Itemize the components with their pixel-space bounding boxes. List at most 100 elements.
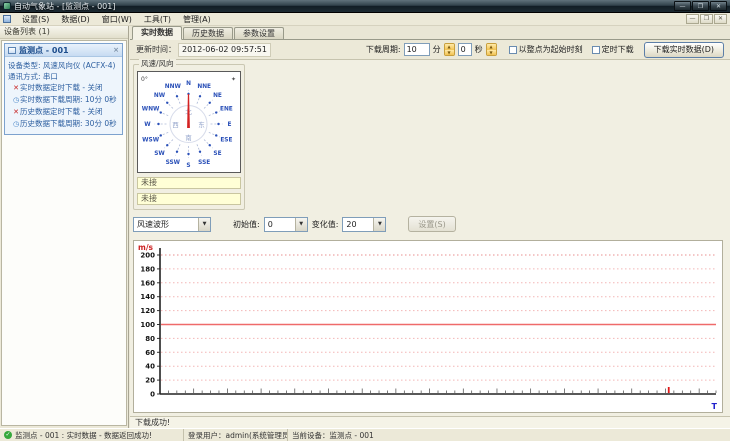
update-time-label: 更新时间： [136,45,176,54]
device-info-line: ✕实时数据定时下载 - 关闭 [13,83,103,92]
device-info-line: ◷历史数据下载周期: 30分 0秒 [12,119,117,128]
disabled-x-icon: ✕ [13,84,19,92]
mdi-child-icon [3,15,11,23]
svg-text:ENE: ENE [220,106,233,112]
change-value-label: 变化值: [311,219,339,229]
device-panel-header[interactable]: 监测点 - 001 × [5,44,122,57]
menu-bar: 设置(S) 数据(D) 窗口(W) 工具(T) 管理(A) — ❐ ✕ [0,13,730,26]
menu-settings[interactable]: 设置(S) [16,14,55,25]
pin-icon[interactable]: × [113,46,119,54]
svg-text:WSW: WSW [142,138,160,144]
status-message: 监测点 - 001 : 实时数据 - 数据返回成功! [15,430,153,440]
tab-parameter-settings[interactable]: 参数设置 [234,27,284,39]
period-label: 下载周期: [365,45,401,54]
clock-icon: ◷ [12,96,20,104]
svg-text:40: 40 [145,363,155,371]
chevron-down-icon[interactable]: ▼ [198,217,210,231]
period-seconds-input[interactable]: 0 [457,43,472,56]
toolbar: 更新时间： 2012-06-02 09:57:51 下载周期: 10 分 ▲ ▼… [130,40,730,60]
svg-text:NNE: NNE [197,84,211,90]
apply-settings-button[interactable]: 设置(S) [408,216,456,232]
mdi-restore-button[interactable]: ❐ [700,14,713,24]
stepper-down-icon[interactable]: ▼ [444,49,454,55]
main-area: 设备列表 (1) 监测点 - 001 × 设备类型: 风速风向仪 (ACFX-4… [0,26,730,428]
seconds-unit-label: 秒 [474,45,483,54]
change-value-select[interactable]: 20 ▼ [342,216,387,232]
svg-text:SSW: SSW [166,160,181,166]
chart-plot-area: 0 20 40 60 80 100 120 140 160 180 200m/s T [138,243,718,411]
svg-text:180: 180 [140,265,155,273]
stepper-down-icon[interactable]: ▼ [486,49,496,55]
svg-text:SSE: SSE [198,160,210,166]
download-realtime-button[interactable]: 下载实时数据(D) [643,41,724,58]
chevron-down-icon[interactable]: ▼ [373,217,386,231]
chevron-down-icon[interactable]: ▼ [294,217,307,231]
tab-history-data[interactable]: 历史数据 [183,27,233,39]
seconds-stepper[interactable]: ▲ ▼ [485,43,497,56]
svg-text:T: T [712,402,718,411]
svg-text:SW: SW [154,151,165,157]
waveform-controls: 风速波形 ▼ 初始值: 0 ▼ 变化值: 20 ▼ 设置(S) [133,216,456,232]
menu-tools[interactable]: 工具(T) [138,14,177,25]
compass-rose-icon: NNNENEENEEESESESSESSSWSWWSWWWNWNWNNW北南西东… [141,76,236,169]
menu-window[interactable]: 窗口(W) [96,14,138,25]
wind-groupbox: 风速/风向 N NNE NE ENE E ESE SE SSE S SSW SW WSW W WNW NW N… [133,59,245,210]
svg-text:✦: ✦ [231,76,236,83]
svg-text:m/s: m/s [138,243,154,252]
wind-compass: NNNENEENEEESESESSESSSWSWWSWWWNWNWNNW北南西东… [137,71,241,173]
waveform-select[interactable]: 风速波形 ▼ [133,216,211,232]
device-panel: 监测点 - 001 × 设备类型: 风速风向仪 (ACFX-4) 通讯方式: 串口… [4,43,123,135]
tab-realtime-data[interactable]: 实时数据 [132,26,182,40]
device-panel-title: 监测点 - 001 [19,45,69,55]
disabled-x-icon: ✕ [13,108,19,116]
svg-text:东: 东 [198,120,205,129]
svg-text:SE: SE [213,151,221,157]
svg-text:120: 120 [140,307,155,315]
svg-text:WNW: WNW [142,106,160,112]
close-button[interactable]: ✕ [710,1,727,11]
svg-text:140: 140 [140,293,155,301]
svg-text:20: 20 [145,377,155,385]
svg-text:南: 南 [185,133,192,142]
minimize-button[interactable]: — [674,1,691,11]
svg-text:NW: NW [154,93,166,99]
current-device-text: 当前设备：监测点 - 001 [292,430,374,440]
initial-value-label: 初始值: [233,219,260,229]
hour-align-label: 以整点为起始时刻 [518,45,583,54]
device-info-line: 通讯方式: 串口 [8,72,58,81]
mdi-minimize-button[interactable]: — [686,14,699,24]
menu-admin[interactable]: 管理(A) [177,14,217,25]
hour-align-checkbox[interactable] [508,45,517,54]
wind-groupbox-label: 风速/风向 [139,59,176,69]
svg-text:80: 80 [145,335,155,343]
device-list-header: 设备列表 (1) [0,26,128,39]
status-bar: ✓ 监测点 - 001 : 实时数据 - 数据返回成功! 登录用户：admin(… [0,428,730,441]
period-minutes-input[interactable]: 10 [403,43,430,56]
svg-text:W: W [144,122,151,128]
svg-text:ESE: ESE [220,138,232,144]
menu-data[interactable]: 数据(D) [55,14,95,25]
timed-download-label: 定时下载 [601,45,634,54]
device-grid-icon [8,46,16,54]
content-area: 实时数据 历史数据 参数设置 更新时间： 2012-06-02 09:57:51… [130,26,730,428]
initial-value-select[interactable]: 0 ▼ [263,216,308,232]
svg-text:200: 200 [140,252,155,260]
device-info-lines: 设备类型: 风速风向仪 (ACFX-4) 通讯方式: 串口 ✕实时数据定时下载 - … [5,57,122,134]
clock-icon: ◷ [12,120,20,128]
wind-direction-field: 未接 [137,193,241,205]
timed-download-checkbox[interactable] [591,45,600,54]
svg-text:NNW: NNW [165,84,182,90]
minutes-stepper[interactable]: ▲ ▼ [443,43,455,56]
success-check-icon: ✓ [4,431,12,439]
svg-text:0°: 0° [141,76,148,83]
svg-text:160: 160 [140,279,155,287]
wind-speed-field: 未接 [137,177,241,189]
svg-text:0: 0 [150,391,155,399]
download-status-text: 下载成功! [130,416,730,428]
maximize-button[interactable]: ❐ [692,1,709,11]
window-title: 自动气象站 - [监测点 - 001] [14,1,116,11]
title-bar: 自动气象站 - [监测点 - 001] — ❐ ✕ [0,0,730,13]
workspace: 风速/风向 N NNE NE ENE E ESE SE SSE S SSW SW WSW W WNW NW N… [130,59,730,416]
mdi-close-button[interactable]: ✕ [714,14,727,24]
svg-text:60: 60 [145,349,155,357]
